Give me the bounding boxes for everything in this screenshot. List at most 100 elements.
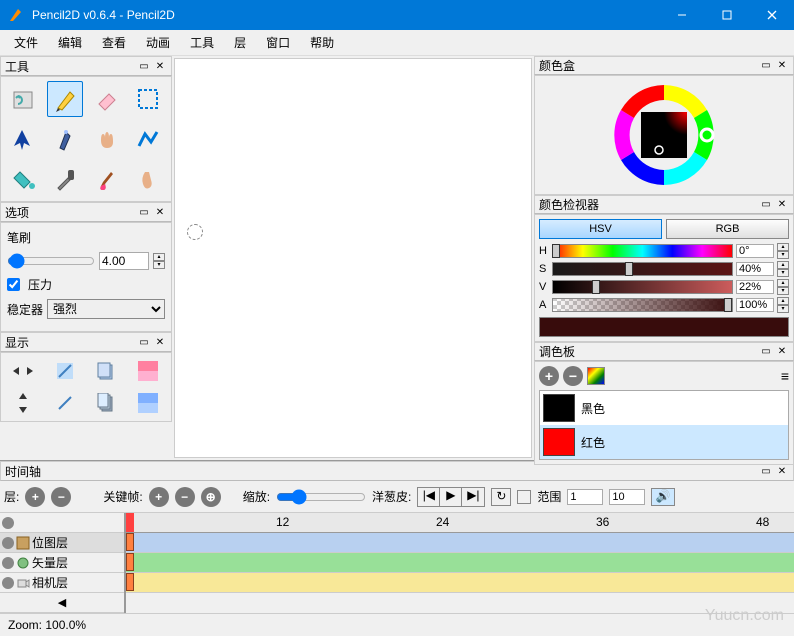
play-button[interactable]: ▶ bbox=[440, 488, 462, 506]
palette-menu-button[interactable]: ≡ bbox=[781, 368, 789, 384]
colorbox-float-button[interactable]: ▭ bbox=[759, 59, 773, 73]
palette-item-red[interactable]: 红色 bbox=[540, 425, 788, 459]
canvas[interactable] bbox=[174, 58, 532, 458]
palette-float-button[interactable]: ▭ bbox=[759, 345, 773, 359]
timeline-zoom-slider[interactable] bbox=[276, 489, 366, 505]
playhead[interactable] bbox=[126, 513, 134, 532]
sat-spinner[interactable]: ▴▾ bbox=[777, 261, 789, 277]
onion-blue-button[interactable] bbox=[130, 389, 166, 417]
sat-slider[interactable] bbox=[552, 262, 733, 276]
tool-move[interactable] bbox=[5, 121, 41, 157]
close-button[interactable] bbox=[749, 0, 794, 30]
layer-remove-button[interactable]: − bbox=[51, 487, 71, 507]
keyframe[interactable] bbox=[126, 553, 134, 571]
layer-bitmap[interactable]: 位图层 bbox=[0, 533, 124, 553]
palette-grid-button[interactable] bbox=[587, 367, 605, 385]
menu-layer[interactable]: 层 bbox=[224, 30, 256, 55]
options-float-button[interactable]: ▭ bbox=[137, 205, 151, 219]
tool-eyedropper[interactable] bbox=[47, 161, 83, 197]
keyframe-remove-button[interactable]: − bbox=[175, 487, 195, 507]
palette-remove-button[interactable]: − bbox=[563, 366, 583, 386]
pressure-checkbox[interactable] bbox=[7, 278, 20, 291]
tools-close-button[interactable]: ✕ bbox=[153, 59, 167, 73]
tool-brush[interactable] bbox=[88, 161, 124, 197]
menu-help[interactable]: 帮助 bbox=[300, 30, 344, 55]
timeline-float-button[interactable]: ▭ bbox=[759, 464, 773, 478]
layer-camera[interactable]: 相机层 bbox=[0, 573, 124, 593]
val-field[interactable] bbox=[736, 280, 774, 294]
menu-tools[interactable]: 工具 bbox=[180, 30, 224, 55]
loop-button[interactable]: ↻ bbox=[491, 488, 511, 506]
onion-prev-button[interactable] bbox=[88, 357, 124, 385]
track-vector[interactable] bbox=[126, 553, 794, 573]
tools-float-button[interactable]: ▭ bbox=[137, 59, 151, 73]
timeline-close-button[interactable]: ✕ bbox=[775, 464, 789, 478]
track-camera[interactable] bbox=[126, 573, 794, 593]
play-last-button[interactable]: ▶| bbox=[462, 488, 484, 506]
timeline-frames[interactable]: 12 24 36 48 bbox=[126, 513, 794, 613]
outlines-button[interactable] bbox=[47, 389, 83, 417]
keyframe[interactable] bbox=[126, 573, 134, 591]
minimize-button[interactable] bbox=[659, 0, 704, 30]
menu-view[interactable]: 查看 bbox=[92, 30, 136, 55]
menu-window[interactable]: 窗口 bbox=[256, 30, 300, 55]
onion-multi-button[interactable] bbox=[88, 389, 124, 417]
alpha-slider[interactable] bbox=[552, 298, 733, 312]
brush-value-field[interactable] bbox=[99, 252, 149, 270]
range-checkbox[interactable] bbox=[517, 490, 531, 504]
stabilizer-select[interactable]: 强烈 bbox=[47, 299, 165, 319]
onion-next-button[interactable] bbox=[130, 357, 166, 385]
layer-add-button[interactable]: + bbox=[25, 487, 45, 507]
brush-slider[interactable] bbox=[7, 253, 95, 269]
display-close-button[interactable]: ✕ bbox=[153, 335, 167, 349]
sat-field[interactable] bbox=[736, 262, 774, 276]
range-start-field[interactable] bbox=[567, 489, 603, 505]
menu-animation[interactable]: 动画 bbox=[136, 30, 180, 55]
tool-clear[interactable] bbox=[5, 81, 41, 117]
tool-eraser[interactable] bbox=[88, 81, 124, 117]
hue-slider[interactable] bbox=[552, 244, 733, 258]
sound-button[interactable]: 🔊 bbox=[651, 488, 675, 506]
display-float-button[interactable]: ▭ bbox=[137, 335, 151, 349]
alpha-field[interactable] bbox=[736, 298, 774, 312]
keyframe[interactable] bbox=[126, 533, 134, 551]
timeline-ruler[interactable]: 12 24 36 48 bbox=[126, 513, 794, 533]
tool-pen[interactable] bbox=[47, 121, 83, 157]
hsv-button[interactable]: HSV bbox=[539, 219, 662, 239]
maximize-button[interactable] bbox=[704, 0, 749, 30]
menu-file[interactable]: 文件 bbox=[4, 30, 48, 55]
hue-spinner[interactable]: ▴▾ bbox=[777, 243, 789, 259]
layer-vector[interactable]: 矢量层 bbox=[0, 553, 124, 573]
layer-scroll-left[interactable]: ◀ bbox=[0, 593, 124, 613]
palette-item-black[interactable]: 黑色 bbox=[540, 391, 788, 425]
rgb-button[interactable]: RGB bbox=[666, 219, 789, 239]
tool-pencil[interactable] bbox=[47, 81, 83, 117]
color-wheel[interactable] bbox=[609, 80, 719, 190]
tool-polyline[interactable] bbox=[130, 121, 166, 157]
options-close-button[interactable]: ✕ bbox=[153, 205, 167, 219]
palette-add-button[interactable]: + bbox=[539, 366, 559, 386]
tool-bucket[interactable] bbox=[5, 161, 41, 197]
colorinsp-close-button[interactable]: ✕ bbox=[775, 198, 789, 212]
menu-edit[interactable]: 编辑 bbox=[48, 30, 92, 55]
swatch bbox=[543, 428, 575, 456]
tool-smudge[interactable] bbox=[130, 161, 166, 197]
alpha-spinner[interactable]: ▴▾ bbox=[777, 297, 789, 313]
colorbox-close-button[interactable]: ✕ bbox=[775, 59, 789, 73]
val-spinner[interactable]: ▴▾ bbox=[777, 279, 789, 295]
keyframe-dup-button[interactable]: ⊕ bbox=[201, 487, 221, 507]
thin-lines-button[interactable] bbox=[47, 357, 83, 385]
tool-hand[interactable] bbox=[88, 121, 124, 157]
colorinsp-float-button[interactable]: ▭ bbox=[759, 198, 773, 212]
palette-close-button[interactable]: ✕ bbox=[775, 345, 789, 359]
track-bitmap[interactable] bbox=[126, 533, 794, 553]
brush-spinner[interactable]: ▴▾ bbox=[153, 253, 165, 269]
play-first-button[interactable]: |◀ bbox=[418, 488, 440, 506]
mirror-h-button[interactable] bbox=[5, 357, 41, 385]
tool-select[interactable] bbox=[130, 81, 166, 117]
range-end-field[interactable] bbox=[609, 489, 645, 505]
mirror-v-button[interactable] bbox=[5, 389, 41, 417]
keyframe-add-button[interactable]: + bbox=[149, 487, 169, 507]
hue-field[interactable] bbox=[736, 244, 774, 258]
val-slider[interactable] bbox=[552, 280, 733, 294]
